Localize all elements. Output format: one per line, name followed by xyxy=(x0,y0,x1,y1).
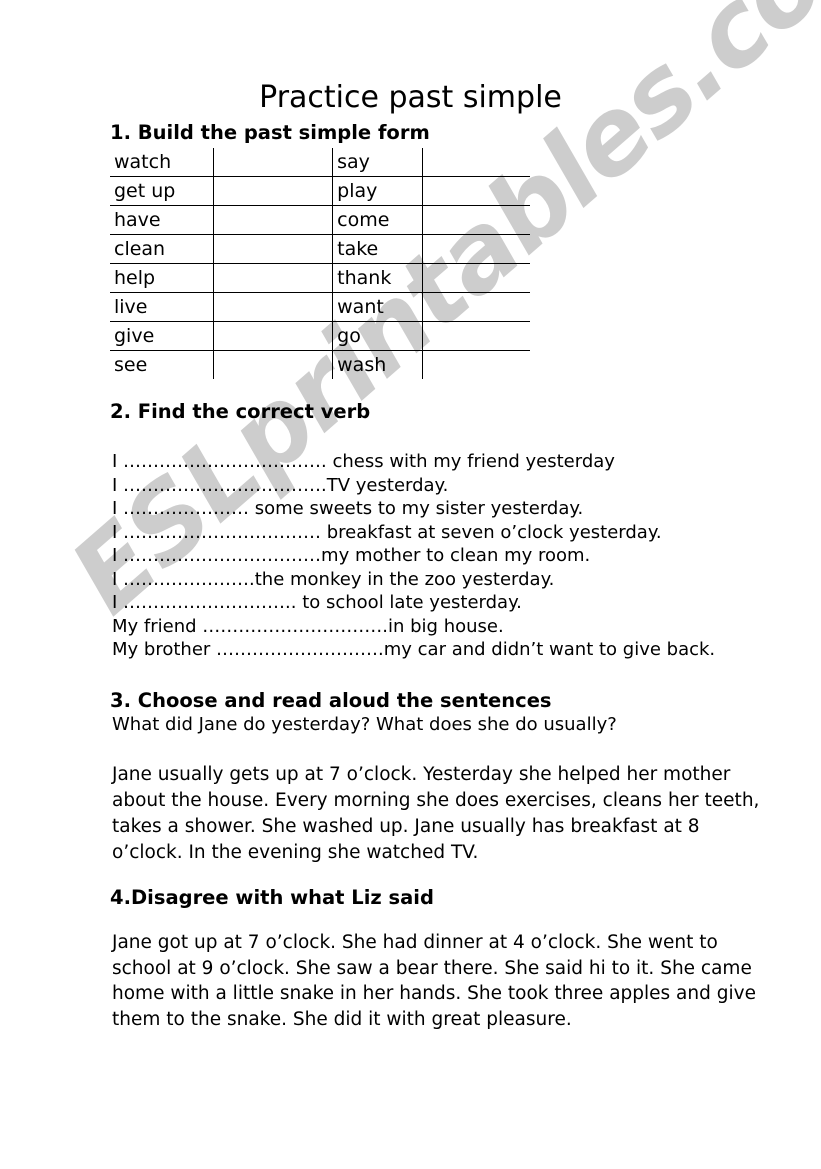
exercise3-heading: 3. Choose and read aloud the sentences xyxy=(110,689,552,712)
exercise2-sentence-list: I ……………………………. chess with my friend yest… xyxy=(112,450,715,662)
verb-conjugation-table: watch say get up play have come clean ta… xyxy=(110,148,530,379)
answer-cell[interactable] xyxy=(422,176,530,206)
table-row: live want xyxy=(110,292,530,322)
answer-cell[interactable] xyxy=(213,205,334,235)
exercise1-heading: 1. Build the past simple form xyxy=(110,121,430,144)
answer-cell[interactable] xyxy=(213,350,334,379)
list-item: I …………………………….TV yesterday. xyxy=(112,474,449,496)
answer-cell[interactable] xyxy=(213,263,334,293)
answer-cell[interactable] xyxy=(213,321,334,351)
verb-cell: clean xyxy=(110,234,214,264)
verb-cell: take xyxy=(332,234,424,264)
exercise3-question: What did Jane do yesterday? What does sh… xyxy=(112,714,617,735)
worksheet-page: Practice past simple 1. Build the past s… xyxy=(0,0,821,1169)
list-item: I ……………………………my mother to clean my room. xyxy=(112,545,591,566)
answer-cell[interactable] xyxy=(213,292,334,322)
list-item: I ……………………….. to school late yesterday. xyxy=(112,592,522,613)
table-row: help thank xyxy=(110,263,530,293)
answer-cell[interactable] xyxy=(422,321,530,351)
verb-cell: want xyxy=(332,292,424,322)
exercise3-passage: Jane usually gets up at 7 o’clock. Yeste… xyxy=(112,764,760,863)
table-row: have come xyxy=(110,205,530,235)
verb-cell: live xyxy=(110,292,214,322)
verb-cell: wash xyxy=(332,350,424,379)
verb-cell: help xyxy=(110,263,214,293)
table-row: see wash xyxy=(110,350,530,380)
answer-cell[interactable] xyxy=(422,263,530,293)
answer-cell[interactable] xyxy=(213,148,334,177)
verb-cell: play xyxy=(332,176,424,206)
exercise4-passage: Jane got up at 7 o’clock. She had dinner… xyxy=(112,932,756,1030)
list-item: I ………………….the monkey in the zoo yesterda… xyxy=(112,568,555,590)
list-item: I ……………………………. chess with my friend yest… xyxy=(112,451,615,472)
answer-cell[interactable] xyxy=(422,234,530,264)
list-item: My friend ………………………….in big house. xyxy=(112,615,504,637)
page-title: Practice past simple xyxy=(259,80,562,115)
answer-cell[interactable] xyxy=(422,292,530,322)
exercise2-heading: 2. Find the correct verb xyxy=(110,400,371,423)
table-row: give go xyxy=(110,321,530,351)
list-item: I ………………… some sweets to my sister yeste… xyxy=(112,498,584,519)
answer-cell[interactable] xyxy=(422,148,530,177)
verb-table-body: watch say get up play have come clean ta… xyxy=(110,148,530,379)
verb-cell: give xyxy=(110,321,214,351)
answer-cell[interactable] xyxy=(422,205,530,235)
answer-cell[interactable] xyxy=(213,234,334,264)
table-row: clean take xyxy=(110,234,530,264)
list-item: I …………………………… breakfast at seven o’clock… xyxy=(112,521,662,543)
verb-cell: thank xyxy=(332,263,424,293)
verb-cell: watch xyxy=(110,148,214,177)
table-row: watch say xyxy=(110,148,530,177)
list-item: My brother ……………………….my car and didn’t w… xyxy=(112,639,716,660)
verb-cell: get up xyxy=(110,176,214,206)
verb-cell: say xyxy=(332,148,424,177)
verb-cell: see xyxy=(110,350,214,379)
verb-cell: come xyxy=(332,205,424,235)
answer-cell[interactable] xyxy=(423,351,530,380)
answer-cell[interactable] xyxy=(213,176,334,206)
table-row: get up play xyxy=(110,176,530,206)
verb-cell: have xyxy=(110,205,214,235)
verb-cell: go xyxy=(332,321,424,351)
exercise4-heading: 4.Disagree with what Liz said xyxy=(110,886,434,909)
